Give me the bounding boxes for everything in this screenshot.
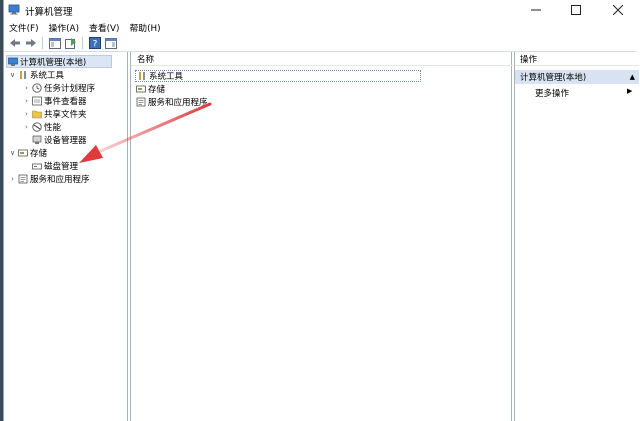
tree-item-services-apps[interactable]: › 服务和应用程序 xyxy=(8,172,90,185)
toolbar-separator xyxy=(42,37,43,49)
event-viewer-icon xyxy=(31,95,42,106)
tree-item-disk-management[interactable]: 磁盘管理 xyxy=(31,159,78,172)
tree-label: 磁盘管理 xyxy=(44,161,79,172)
system-tools-icon xyxy=(17,69,28,80)
menu-bar: 文件(F) 操作(A) 查看(V) 帮助(H) xyxy=(4,20,637,35)
tree-label: 事件查看器 xyxy=(44,96,87,107)
device-manager-icon xyxy=(31,134,42,145)
computer-management-icon xyxy=(7,56,18,67)
shared-folder-icon xyxy=(31,108,42,119)
computer-management-window: 计算机管理 文件(F) 操作(A) 查看(V) 帮助(H) ? 计算机管理(本地… xyxy=(3,0,639,421)
services-apps-icon xyxy=(135,97,146,108)
actions-title: 操作 xyxy=(520,54,538,65)
maximize-icon xyxy=(571,5,581,15)
tree-label: 存储 xyxy=(30,148,48,159)
help-button[interactable]: ? xyxy=(88,37,101,50)
minimize-icon xyxy=(531,9,541,11)
system-tools-icon xyxy=(136,71,147,82)
storage-icon xyxy=(135,84,146,95)
tree-label: 计算机管理(本地) xyxy=(20,57,87,68)
menu-view[interactable]: 查看(V) xyxy=(84,21,124,34)
close-button[interactable] xyxy=(598,0,638,20)
expand-arrow-icon[interactable]: › xyxy=(22,123,31,131)
tree-item-shared-folders[interactable]: › 共享文件夹 xyxy=(22,107,87,120)
column-header-name[interactable]: 名称 xyxy=(131,52,513,66)
list-item-storage[interactable]: 存储 xyxy=(135,83,165,95)
tree-item-computer-management[interactable]: 计算机管理(本地) xyxy=(6,55,112,68)
submenu-arrow-icon: ▶ xyxy=(627,87,633,95)
list-item-label: 存储 xyxy=(148,85,166,95)
action-pane-icon xyxy=(104,37,117,49)
minimize-button[interactable] xyxy=(516,0,556,20)
svg-text:?: ? xyxy=(92,40,97,50)
collapse-triangle-icon[interactable]: ▲ xyxy=(630,73,635,81)
services-apps-icon xyxy=(17,173,28,184)
tree-label: 性能 xyxy=(44,122,62,133)
clock-icon xyxy=(31,82,42,93)
menu-file[interactable]: 文件(F) xyxy=(4,21,44,34)
collapse-arrow-icon[interactable]: ∨ xyxy=(8,71,17,79)
details-pane: 名称 系统工具 存储 服务和应用程序 xyxy=(130,52,513,421)
close-icon xyxy=(613,5,623,15)
expand-arrow-icon[interactable]: › xyxy=(22,97,31,105)
back-button[interactable] xyxy=(8,37,21,50)
actions-pane: 操作 计算机管理(本地) ▲ 更多操作 ▶ xyxy=(514,52,639,421)
list-item-services-apps[interactable]: 服务和应用程序 xyxy=(135,96,208,108)
export-icon xyxy=(64,37,76,49)
more-actions-link[interactable]: 更多操作 xyxy=(535,87,569,99)
maximize-button[interactable] xyxy=(556,0,596,20)
show-hide-tree-button[interactable] xyxy=(48,37,61,50)
help-icon: ? xyxy=(88,37,101,50)
tree-item-task-scheduler[interactable]: › 任务计划程序 xyxy=(22,81,95,94)
tree-label: 服务和应用程序 xyxy=(30,174,90,185)
actions-section-label: 计算机管理(本地) xyxy=(520,73,587,83)
console-tree: 计算机管理(本地) ∨ 系统工具 › 任务计划程序 › 事件查看器 › 共享文件… xyxy=(4,52,128,421)
tree-item-event-viewer[interactable]: › 事件查看器 xyxy=(22,94,87,107)
list-item-label: 系统工具 xyxy=(149,72,184,82)
tree-item-system-tools[interactable]: ∨ 系统工具 xyxy=(8,68,64,81)
tree-label: 系统工具 xyxy=(30,70,65,81)
show-hide-action-pane-button[interactable] xyxy=(104,37,117,50)
toolbar-separator xyxy=(82,37,83,49)
menu-action[interactable]: 操作(A) xyxy=(44,21,84,34)
tree-label: 设备管理器 xyxy=(44,135,87,146)
actions-header: 操作 xyxy=(515,52,639,66)
performance-icon xyxy=(31,121,42,132)
tree-item-device-manager[interactable]: 设备管理器 xyxy=(31,133,87,146)
tree-item-performance[interactable]: › 性能 xyxy=(22,120,61,133)
forward-arrow-icon xyxy=(25,39,36,47)
actions-section-computer-management[interactable]: 计算机管理(本地) ▲ xyxy=(515,70,639,84)
console-tree-icon xyxy=(48,37,61,49)
menu-help[interactable]: 帮助(H) xyxy=(125,21,166,34)
computer-management-icon xyxy=(8,4,20,15)
back-arrow-icon xyxy=(9,39,20,47)
export-list-button[interactable] xyxy=(64,37,77,50)
title-bar: 计算机管理 xyxy=(4,0,637,20)
tree-item-storage[interactable]: ∨ 存储 xyxy=(8,146,47,159)
toolbar: ? xyxy=(4,35,637,52)
collapse-arrow-icon[interactable]: ∨ xyxy=(8,149,17,157)
disk-management-icon xyxy=(31,160,42,171)
list-item-label: 服务和应用程序 xyxy=(148,98,208,108)
tree-label: 任务计划程序 xyxy=(44,83,96,94)
column-header-label: 名称 xyxy=(137,54,155,65)
forward-button[interactable] xyxy=(24,37,37,50)
expand-arrow-icon[interactable]: › xyxy=(22,110,31,118)
window-title: 计算机管理 xyxy=(25,7,73,18)
tree-label: 共享文件夹 xyxy=(44,109,87,120)
storage-icon xyxy=(17,147,28,158)
expand-arrow-icon[interactable]: › xyxy=(22,84,31,92)
expand-arrow-icon[interactable]: › xyxy=(8,175,17,183)
list-item-system-tools[interactable]: 系统工具 xyxy=(135,70,421,82)
